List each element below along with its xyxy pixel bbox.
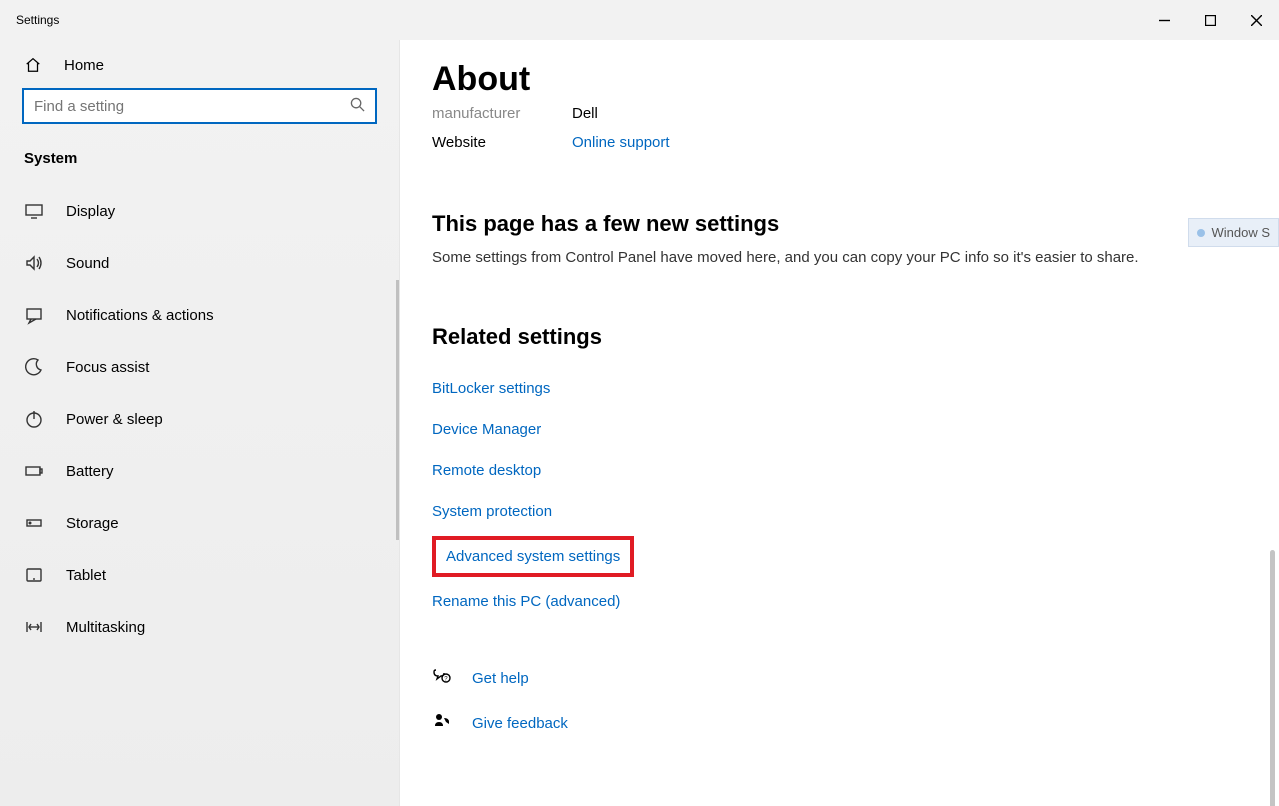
sidebar-scrollbar[interactable] <box>396 280 399 540</box>
help-section: ? Get help Give feedback <box>432 656 1239 746</box>
sidebar-item-label: Sound <box>66 255 109 272</box>
sidebar-item-multitasking[interactable]: Multitasking <box>0 601 399 653</box>
sidebar-item-display[interactable]: Display <box>0 185 399 237</box>
main-content: About manufacturer Dell Website Online s… <box>400 40 1279 806</box>
battery-icon <box>24 461 44 481</box>
search-input[interactable] <box>22 88 377 124</box>
sound-icon <box>24 253 44 273</box>
sidebar: Home System Display Sound Notificat <box>0 40 400 806</box>
sidebar-item-label: Focus assist <box>66 359 149 376</box>
info-row-website: Website Online support <box>432 134 1239 151</box>
sidebar-item-label: Display <box>66 203 115 220</box>
dot-icon <box>1197 229 1205 237</box>
link-system-protection[interactable]: System protection <box>432 491 552 532</box>
page-title: About <box>432 60 1239 99</box>
search-icon <box>350 97 365 115</box>
link-rename-pc-advanced[interactable]: Rename this PC (advanced) <box>432 581 620 622</box>
link-device-manager[interactable]: Device Manager <box>432 409 541 450</box>
link-advanced-system-settings[interactable]: Advanced system settings <box>446 548 620 565</box>
notifications-icon <box>24 305 44 325</box>
sidebar-item-label: Tablet <box>66 567 106 584</box>
sidebar-item-label: Storage <box>66 515 119 532</box>
storage-icon <box>24 513 44 533</box>
title-bar: Settings <box>0 0 1279 40</box>
side-popup[interactable]: Window S <box>1188 218 1279 247</box>
feedback-link[interactable]: Give feedback <box>472 715 568 732</box>
section-label: System <box>0 142 399 185</box>
info-row-manufacturer: manufacturer Dell <box>432 105 1239 122</box>
home-label: Home <box>64 57 104 74</box>
sidebar-item-label: Power & sleep <box>66 411 163 428</box>
get-help-row[interactable]: ? Get help <box>432 656 1239 701</box>
link-bitlocker-settings[interactable]: BitLocker settings <box>432 368 550 409</box>
info-value: Dell <box>572 105 598 122</box>
help-icon: ? <box>432 666 454 691</box>
side-popup-label: Window S <box>1211 225 1270 240</box>
sidebar-item-tablet[interactable]: Tablet <box>0 549 399 601</box>
related-heading: Related settings <box>432 324 1239 350</box>
online-support-link[interactable]: Online support <box>572 134 670 151</box>
highlight-box: Advanced system settings <box>432 536 634 577</box>
content-scrollbar[interactable] <box>1270 550 1275 806</box>
new-settings-heading: This page has a few new settings <box>432 211 1239 237</box>
nav-list: Display Sound Notifications & actions Fo… <box>0 185 399 806</box>
feedback-row[interactable]: Give feedback <box>432 701 1239 746</box>
power-icon <box>24 409 44 429</box>
sidebar-item-power-sleep[interactable]: Power & sleep <box>0 393 399 445</box>
close-button[interactable] <box>1233 4 1279 36</box>
link-remote-desktop[interactable]: Remote desktop <box>432 450 541 491</box>
sidebar-item-focus-assist[interactable]: Focus assist <box>0 341 399 393</box>
home-button[interactable]: Home <box>0 40 399 88</box>
get-help-link[interactable]: Get help <box>472 670 529 687</box>
sidebar-item-battery[interactable]: Battery <box>0 445 399 497</box>
new-settings-body: Some settings from Control Panel have mo… <box>432 249 1239 266</box>
related-settings: Related settings BitLocker settings Devi… <box>432 324 1239 622</box>
display-icon <box>24 201 44 221</box>
multitasking-icon <box>24 617 44 637</box>
feedback-icon <box>432 711 454 736</box>
maximize-button[interactable] <box>1187 4 1233 36</box>
sidebar-item-notifications[interactable]: Notifications & actions <box>0 289 399 341</box>
focus-assist-icon <box>24 357 44 377</box>
window-title: Settings <box>16 13 59 27</box>
sidebar-item-label: Notifications & actions <box>66 307 214 324</box>
sidebar-item-storage[interactable]: Storage <box>0 497 399 549</box>
sidebar-item-label: Multitasking <box>66 619 145 636</box>
info-label: Website <box>432 134 572 151</box>
sidebar-item-sound[interactable]: Sound <box>0 237 399 289</box>
sidebar-item-label: Battery <box>66 463 114 480</box>
tablet-icon <box>24 565 44 585</box>
minimize-button[interactable] <box>1141 4 1187 36</box>
info-label: manufacturer <box>432 105 572 122</box>
search-field[interactable] <box>34 98 350 115</box>
home-icon <box>24 56 42 74</box>
window-controls <box>1141 4 1279 36</box>
